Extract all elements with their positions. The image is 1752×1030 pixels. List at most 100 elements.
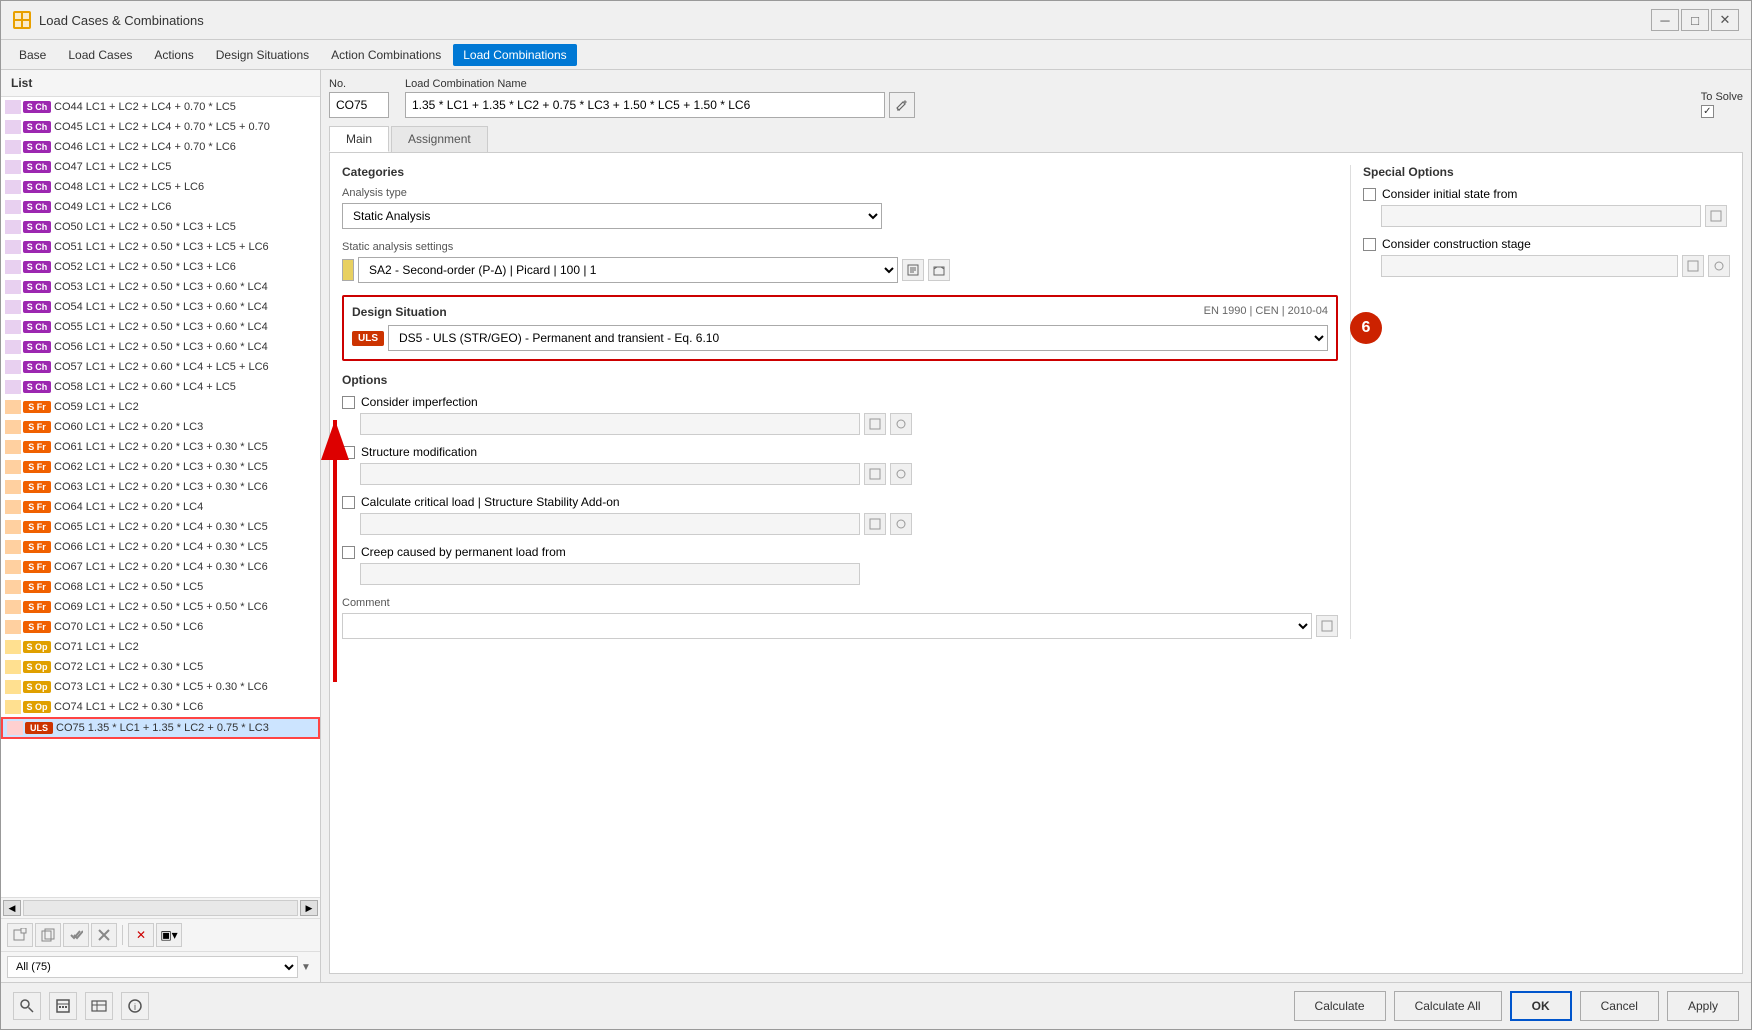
copy-button[interactable] bbox=[35, 923, 61, 947]
construction-stage-browse-btn[interactable] bbox=[1708, 255, 1730, 277]
menu-design-situations[interactable]: Design Situations bbox=[206, 44, 319, 66]
menu-action-combinations[interactable]: Action Combinations bbox=[321, 44, 451, 66]
initial-state-browse-btn[interactable] bbox=[1705, 205, 1727, 227]
list-item[interactable]: S ChCO51 LC1 + LC2 + 0.50 * LC3 + LC5 + … bbox=[1, 237, 320, 257]
scroll-right-button[interactable]: ▶ bbox=[300, 900, 318, 916]
menu-load-combinations[interactable]: Load Combinations bbox=[453, 44, 576, 66]
initial-state-checkbox[interactable] bbox=[1363, 188, 1376, 201]
consider-imperfection-edit-btn[interactable] bbox=[864, 413, 886, 435]
consider-imperfection-checkbox[interactable] bbox=[342, 396, 355, 409]
comment-btn[interactable] bbox=[1316, 615, 1338, 637]
calculate-critical-browse-btn[interactable] bbox=[890, 513, 912, 535]
scroll-track[interactable] bbox=[23, 900, 298, 916]
list-item[interactable]: S FrCO63 LC1 + LC2 + 0.20 * LC3 + 0.30 *… bbox=[1, 477, 320, 497]
consider-imperfection-browse-btn[interactable] bbox=[890, 413, 912, 435]
main-window: Load Cases & Combinations ─ □ ✕ Base Loa… bbox=[0, 0, 1752, 1030]
name-input[interactable] bbox=[405, 92, 885, 118]
uncheck-all-button[interactable] bbox=[91, 923, 117, 947]
construction-stage-checkbox[interactable] bbox=[1363, 238, 1376, 251]
list-item[interactable]: S FrCO61 LC1 + LC2 + 0.20 * LC3 + 0.30 *… bbox=[1, 437, 320, 457]
list-item[interactable]: S FrCO65 LC1 + LC2 + 0.20 * LC4 + 0.30 *… bbox=[1, 517, 320, 537]
creep-checkbox[interactable] bbox=[342, 546, 355, 559]
design-situation-select[interactable]: DS5 - ULS (STR/GEO) - Permanent and tran… bbox=[388, 325, 1328, 351]
item-color bbox=[5, 180, 21, 194]
list-item[interactable]: S FrCO70 LC1 + LC2 + 0.50 * LC6 bbox=[1, 617, 320, 637]
list-item[interactable]: S FrCO59 LC1 + LC2 bbox=[1, 397, 320, 417]
static-analysis-edit-button[interactable] bbox=[902, 259, 924, 281]
static-analysis-browse-button[interactable] bbox=[928, 259, 950, 281]
list-item[interactable]: S FrCO60 LC1 + LC2 + 0.20 * LC3 bbox=[1, 417, 320, 437]
list-item[interactable]: S OpCO71 LC1 + LC2 bbox=[1, 637, 320, 657]
ds-code: EN 1990 | CEN | 2010-04 bbox=[1204, 305, 1328, 319]
structure-modification-edit-btn[interactable] bbox=[864, 463, 886, 485]
calculator-icon-button[interactable] bbox=[49, 992, 77, 1020]
apply-button[interactable]: Apply bbox=[1667, 991, 1739, 1021]
item-badge: S Ch bbox=[23, 201, 51, 213]
list-item[interactable]: S ChCO50 LC1 + LC2 + 0.50 * LC3 + LC5 bbox=[1, 217, 320, 237]
item-color bbox=[5, 100, 21, 114]
item-color bbox=[5, 440, 21, 454]
structure-modification-browse-btn[interactable] bbox=[890, 463, 912, 485]
calculate-critical-edit-btn[interactable] bbox=[864, 513, 886, 535]
list-item[interactable]: S FrCO68 LC1 + LC2 + 0.50 * LC5 bbox=[1, 577, 320, 597]
filter-select[interactable]: All (75) bbox=[7, 956, 298, 978]
info-icon-button[interactable]: i bbox=[121, 992, 149, 1020]
menu-actions[interactable]: Actions bbox=[144, 44, 203, 66]
structure-modification-checkbox[interactable] bbox=[342, 446, 355, 459]
menu-bar: Base Load Cases Actions Design Situation… bbox=[1, 40, 1751, 70]
list-item[interactable]: S ChCO52 LC1 + LC2 + 0.50 * LC3 + LC6 bbox=[1, 257, 320, 277]
comment-select[interactable] bbox=[342, 613, 1312, 639]
static-analysis-select[interactable]: SA2 - Second-order (P-Δ) | Picard | 100 … bbox=[358, 257, 898, 283]
list-item[interactable]: S ChCO48 LC1 + LC2 + LC5 + LC6 bbox=[1, 177, 320, 197]
list-item[interactable]: S ChCO57 LC1 + LC2 + 0.60 * LC4 + LC5 + … bbox=[1, 357, 320, 377]
list-item[interactable]: S OpCO73 LC1 + LC2 + 0.30 * LC5 + 0.30 *… bbox=[1, 677, 320, 697]
list-item[interactable]: S ChCO44 LC1 + LC2 + LC4 + 0.70 * LC5 bbox=[1, 97, 320, 117]
tab-main[interactable]: Main bbox=[329, 126, 389, 152]
menu-base[interactable]: Base bbox=[9, 44, 56, 66]
search-icon-button[interactable] bbox=[13, 992, 41, 1020]
edit-name-button[interactable] bbox=[889, 92, 915, 118]
menu-load-cases[interactable]: Load Cases bbox=[58, 44, 142, 66]
analysis-type-select[interactable]: Static Analysis bbox=[342, 203, 882, 229]
name-field-group: Load Combination Name bbox=[405, 78, 915, 118]
list-item[interactable]: S ChCO49 LC1 + LC2 + LC6 bbox=[1, 197, 320, 217]
list-item[interactable]: S ChCO47 LC1 + LC2 + LC5 bbox=[1, 157, 320, 177]
list-item[interactable]: S ChCO45 LC1 + LC2 + LC4 + 0.70 * LC5 + … bbox=[1, 117, 320, 137]
list-item[interactable]: S FrCO67 LC1 + LC2 + 0.20 * LC4 + 0.30 *… bbox=[1, 557, 320, 577]
list-item[interactable]: S FrCO62 LC1 + LC2 + 0.20 * LC3 + 0.30 *… bbox=[1, 457, 320, 477]
list-item[interactable]: S ChCO56 LC1 + LC2 + 0.50 * LC3 + 0.60 *… bbox=[1, 337, 320, 357]
ok-button[interactable]: OK bbox=[1510, 991, 1572, 1021]
list-item[interactable]: S ChCO46 LC1 + LC2 + LC4 + 0.70 * LC6 bbox=[1, 137, 320, 157]
table-icon-button[interactable] bbox=[85, 992, 113, 1020]
scroll-left-button[interactable]: ◀ bbox=[3, 900, 21, 916]
construction-stage-edit-btn[interactable] bbox=[1682, 255, 1704, 277]
list-item[interactable]: S OpCO74 LC1 + LC2 + 0.30 * LC6 bbox=[1, 697, 320, 717]
horizontal-scrollbar[interactable]: ◀ ▶ bbox=[1, 897, 320, 918]
add-button[interactable] bbox=[7, 923, 33, 947]
calculate-critical-checkbox[interactable] bbox=[342, 496, 355, 509]
tab-assignment[interactable]: Assignment bbox=[391, 126, 488, 152]
calculate-all-button[interactable]: Calculate All bbox=[1394, 991, 1502, 1021]
list-item[interactable]: S ChCO53 LC1 + LC2 + 0.50 * LC3 + 0.60 *… bbox=[1, 277, 320, 297]
list-item[interactable]: S ChCO54 LC1 + LC2 + 0.50 * LC3 + 0.60 *… bbox=[1, 297, 320, 317]
list-item[interactable]: S OpCO72 LC1 + LC2 + 0.30 * LC5 bbox=[1, 657, 320, 677]
list-item[interactable]: ULSCO75 1.35 * LC1 + 1.35 * LC2 + 0.75 *… bbox=[1, 717, 320, 739]
close-button[interactable]: ✕ bbox=[1711, 9, 1739, 31]
delete-button[interactable]: ✕ bbox=[128, 923, 154, 947]
list-item[interactable]: S FrCO66 LC1 + LC2 + 0.20 * LC4 + 0.30 *… bbox=[1, 537, 320, 557]
list-item[interactable]: S FrCO64 LC1 + LC2 + 0.20 * LC4 bbox=[1, 497, 320, 517]
static-analysis-label: Static analysis settings bbox=[342, 241, 1338, 253]
calculate-critical-field bbox=[360, 513, 860, 535]
list-item[interactable]: S ChCO58 LC1 + LC2 + 0.60 * LC4 + LC5 bbox=[1, 377, 320, 397]
check-all-button[interactable] bbox=[63, 923, 89, 947]
minimize-button[interactable]: ─ bbox=[1651, 9, 1679, 31]
cancel-button[interactable]: Cancel bbox=[1580, 991, 1659, 1021]
list-item[interactable]: S FrCO69 LC1 + LC2 + 0.50 * LC5 + 0.50 *… bbox=[1, 597, 320, 617]
to-solve-checkbox[interactable] bbox=[1701, 105, 1714, 118]
construction-stage-field bbox=[1381, 255, 1678, 277]
list-item[interactable]: S ChCO55 LC1 + LC2 + 0.50 * LC3 + 0.60 *… bbox=[1, 317, 320, 337]
no-input[interactable] bbox=[329, 92, 389, 118]
calculate-button[interactable]: Calculate bbox=[1294, 991, 1386, 1021]
view-select-button[interactable]: ▣▾ bbox=[156, 923, 182, 947]
maximize-button[interactable]: □ bbox=[1681, 9, 1709, 31]
